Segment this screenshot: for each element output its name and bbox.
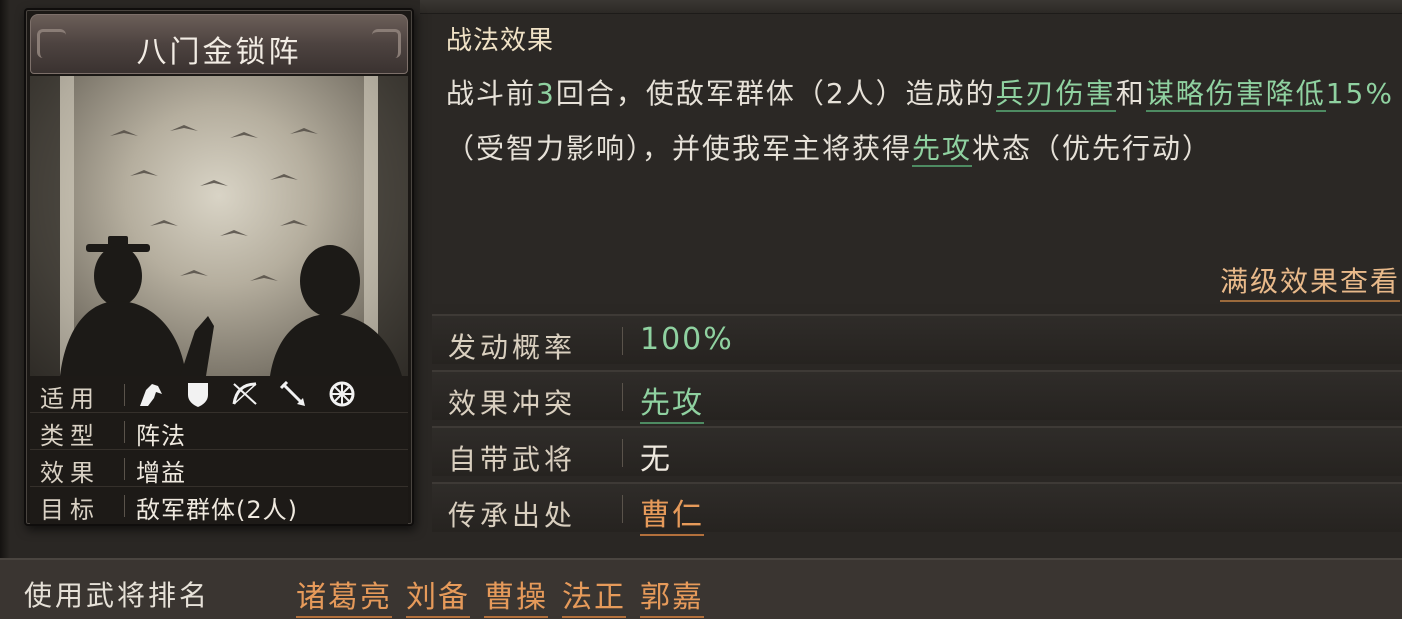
effect-panel: 战法效果 战斗前3回合，使敌军群体（2人）造成的兵刃伤害和谋略伤害降低15% （受… <box>432 14 1402 304</box>
term-first-strike[interactable]: 先攻 <box>912 132 973 167</box>
window-top-edge <box>420 0 1402 14</box>
cavalry-icon <box>140 384 162 406</box>
info-row-effect: 效果 增益 <box>30 450 408 487</box>
attr-label: 效果冲突 <box>448 387 577 420</box>
effect-text-segment: 战斗前 <box>446 77 537 110</box>
card-info-table: 适用 类型 阵法 效果 增益 目标 敌军群体(2人) <box>30 376 408 524</box>
general-link-guo-jia[interactable]: 郭嘉 <box>640 572 704 618</box>
wheel-icon <box>329 381 355 407</box>
bow-icon <box>232 382 257 405</box>
term-strategy-damage[interactable]: 谋略伤害降低 <box>1145 77 1326 112</box>
troop-type-icons <box>136 380 370 408</box>
attr-label: 自带武将 <box>448 443 577 476</box>
skill-artwork <box>30 76 408 376</box>
general-link-liu-bei[interactable]: 刘备 <box>406 572 470 618</box>
attr-row-inherit-source: 传承出处 曹仁 <box>432 482 1402 536</box>
attr-label: 发动概率 <box>448 331 577 364</box>
attr-label: 传承出处 <box>448 499 577 532</box>
general-link-fa-zheng[interactable]: 法正 <box>562 572 626 618</box>
card-title-bar: 八门金锁阵 <box>30 14 408 74</box>
term-weapon-damage[interactable]: 兵刃伤害 <box>995 77 1116 112</box>
effect-rounds-number: 3 <box>536 77 556 110</box>
info-value: 敌军群体(2人) <box>136 496 298 524</box>
attr-row-trigger-rate: 发动概率 100% <box>432 314 1402 364</box>
info-label: 类型 <box>40 422 100 450</box>
effect-description: 战斗前3回合，使敌军群体（2人）造成的兵刃伤害和谋略伤害降低15% （受智力影响）… <box>446 66 1398 176</box>
info-label: 效果 <box>40 459 100 487</box>
general-link-zhuge-liang[interactable]: 诸葛亮 <box>296 572 392 618</box>
skill-name: 八门金锁阵 <box>136 35 302 70</box>
window-left-edge <box>0 0 10 560</box>
ranking-label: 使用武将排名 <box>24 579 211 612</box>
info-value: 阵法 <box>136 422 186 450</box>
info-value: 增益 <box>136 459 186 487</box>
skill-artwork-image <box>30 76 408 376</box>
info-row-applicable: 适用 <box>30 376 408 413</box>
full-level-effect-link[interactable]: 满级效果查看 <box>1219 260 1400 302</box>
general-link-cao-cao[interactable]: 曹操 <box>484 572 548 618</box>
attr-row-conflict: 效果冲突 先攻 <box>432 370 1402 424</box>
attr-row-innate-general: 自带武将 无 <box>432 426 1402 477</box>
inherit-source-link[interactable]: 曹仁 <box>640 490 704 536</box>
info-row-target: 目标 敌军群体(2人) <box>30 487 408 524</box>
innate-general-value: 无 <box>640 442 672 477</box>
effect-text-segment: 状态（优先行动） <box>972 132 1213 165</box>
effect-text-segment: 和 <box>1115 77 1146 110</box>
info-label: 目标 <box>40 496 100 524</box>
trigger-rate-value: 100% <box>640 322 734 357</box>
skill-card: 八门金锁阵 适用 类型 阵法 效果 增益 目标 敌军群体(2人) <box>24 8 414 526</box>
info-label: 适用 <box>40 385 100 413</box>
effect-percent: 15% <box>1325 77 1394 110</box>
effect-header: 战法效果 <box>446 26 555 56</box>
spear-icon <box>280 380 306 406</box>
conflict-value-link[interactable]: 先攻 <box>640 378 704 424</box>
ranking-general-list: 诸葛亮 刘备 曹操 法正 郭嘉 <box>296 572 704 618</box>
shield-icon <box>188 383 209 407</box>
effect-text-segment: （受智力影响），并使我军主将获得 <box>446 132 913 165</box>
general-ranking-bar: 使用武将排名 诸葛亮 刘备 曹操 法正 郭嘉 <box>0 558 1402 619</box>
info-row-type: 类型 阵法 <box>30 413 408 450</box>
effect-text-segment: 回合，使敌军群体（2人）造成的 <box>555 77 996 110</box>
